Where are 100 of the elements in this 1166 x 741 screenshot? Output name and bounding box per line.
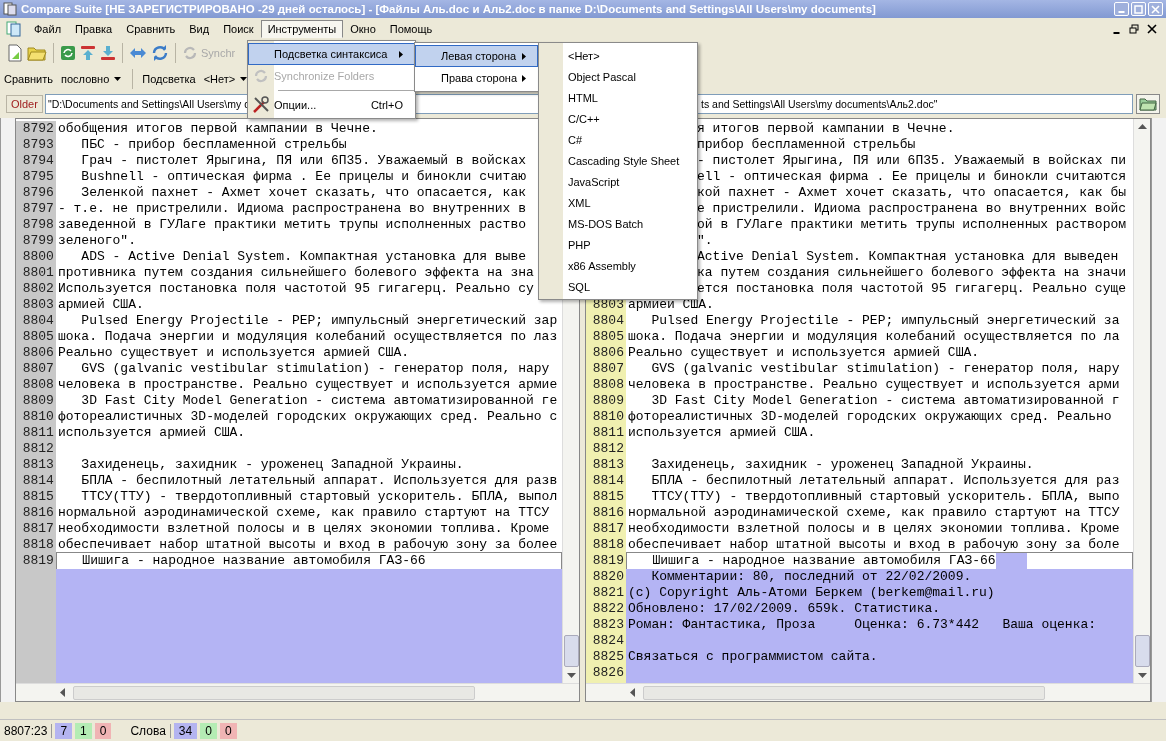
line-number: 8813 (15, 457, 56, 473)
line-number: 8799 (15, 233, 56, 249)
line-text: БПЛА - беспилотный летательный аппарат. Используется для разв (80, 473, 558, 489)
line-text: ". (697, 233, 713, 249)
line-number: 8811 (15, 425, 56, 441)
line-number: 8816 (586, 505, 626, 521)
line-text: прибор беспламенной стрельбы (697, 137, 916, 153)
line-text: Реально существует и используется армией США. (628, 345, 980, 361)
line-number: 8811 (586, 425, 626, 441)
line-number: 8807 (586, 361, 626, 377)
line-text: Грач - пистолет Ярыгина, ПЯ или 6П35. Уважаемый в войсках (80, 153, 526, 169)
line-text: шока. Подача энергии и модуляция колебаний осуществляется по лаз (57, 329, 558, 345)
line-number: 8803 (15, 297, 56, 313)
line-text: ell - оптическая фирма . Ее прицелы и бинокли считаются (697, 169, 1127, 185)
line-text: Bushnell - оптическая фирма . Ее прицелы и бинокли считаю (80, 169, 526, 185)
line-number: 8823 (586, 617, 626, 633)
line-text: человека в пространстве. Реально существует и используется армие (57, 377, 558, 393)
line-text: необходимости взлетной полосы и в целях экономии топлива. Кроме (57, 521, 550, 537)
line-text: - пистолет Ярыгина, ПЯ или 6П35. Уважаемый в войсках пи (697, 153, 1127, 169)
line-count: 7 (55, 722, 73, 739)
words-label: Слова (130, 723, 171, 738)
line-number: 8825 (586, 649, 626, 665)
line-number: 8801 (15, 265, 56, 281)
line-text: человека в пространстве. Реально существует и используется арми (628, 377, 1120, 393)
line-text: Pulsed Energy Projectile - PEP; импульсный энергетический за (650, 313, 1120, 329)
line-text: ADS - Active Denial System. Компактная установка для выве (80, 249, 526, 265)
line-text: фотореалистичных 3D-моделей городских окружающих сред. Реально (628, 409, 1112, 425)
line-text: ка путем создания сильнейшего болевого эффекта на значи (697, 265, 1127, 281)
word-count: 34 (173, 722, 198, 739)
line-text: Роман: Фантастика, Проза Оценка: 6.73*442 Ваша оценка: (628, 617, 1097, 633)
line-number: 8814 (586, 473, 626, 489)
line-text: Шишига - народное название автомобиля ГАЗ-66 (651, 553, 996, 569)
highlight-label: Подсветка (142, 73, 196, 85)
line-number: 8814 (15, 473, 56, 489)
line-number: 8821 (586, 585, 626, 601)
line-number: 8806 (15, 345, 56, 361)
line-number: 8817 (586, 521, 626, 537)
line-text: е пристрелили. Идиома распространена во внутренних войс (697, 201, 1127, 217)
line-text: Связаться с программистом сайта. (628, 649, 878, 665)
line-number: 8816 (15, 505, 56, 521)
line-number: 8819 (15, 553, 56, 569)
line-number: 8804 (15, 313, 56, 329)
line-text: GVS (galvanic vestibular stimulation) - генератор поля, нару (80, 361, 550, 377)
line-text: ется постановка поля частотой 95 гигагерц. Реально суще (697, 281, 1127, 297)
line-number: 8807 (15, 361, 56, 377)
line-text: нормальной аэродинамической схеме, как правило стартуют на ТТСУ (57, 505, 550, 521)
line-text: противника путем создания сильнейшего болевого эффекта на зна (57, 265, 534, 281)
line-number: 8809 (586, 393, 626, 409)
line-text: (c) Copyright Аль-Атоми Беркем (berkem@mail.ru) (628, 585, 995, 601)
line-text: 3D Fast City Model Generation - система автоматизированной ге (80, 393, 558, 409)
line-number: 8818 (15, 537, 56, 553)
line-text: Комментарии: 80, последний от 22/02/2009. (650, 569, 972, 585)
cursor-position: 8807:23 (4, 723, 53, 738)
line-number: 8820 (586, 569, 626, 585)
line-text: Обновлено: 17/02/2009. 659k. Статистика. (628, 601, 941, 617)
line-text: Захиденець, захидник - уроженец Западной Украины. (650, 457, 1034, 473)
line-number: 8808 (15, 377, 56, 393)
line-count: 1 (75, 722, 92, 739)
line-number: 8812 (586, 441, 626, 457)
word-count: 0 (200, 722, 217, 739)
line-number: 8797 (15, 201, 56, 217)
line-number: 8794 (15, 153, 56, 169)
line-text: шока. Подача энергии и модуляция колебаний осуществляется по ла (628, 329, 1120, 345)
line-number: 8806 (586, 345, 626, 361)
line-text: используется армией США. (57, 425, 246, 441)
line-number: 8792 (15, 121, 56, 137)
line-text: ой в ГУЛаге практики метить трупы исполненных раствором (697, 217, 1127, 233)
line-text: Зеленкой пахнет - Ахмет хочет сказать, что опасается, как (80, 185, 526, 201)
line-text: ТТСУ(ТТУ) - твердотопливный стартовый ускоритель. БПЛА, выпо (650, 489, 1120, 505)
line-text: обеспечивает набор штатной высоты и вход в рабочую зону за более (57, 537, 558, 553)
line-text: фотореалистичных 3D-моделей городских окружающих сред. Реально с (57, 409, 558, 425)
line-text: используется армией США. (628, 425, 816, 441)
line-number: 8796 (15, 185, 56, 201)
line-number: 8826 (586, 665, 626, 681)
line-number: 8804 (586, 313, 626, 329)
line-number: 8798 (15, 217, 56, 233)
line-text: необходимости взлетной полосы и в целях экономии топлива. Кроме (628, 521, 1120, 537)
line-number: 8793 (15, 137, 56, 153)
line-number: 8809 (15, 393, 56, 409)
line-text: - т.е. не пристрелили. Идиома распространена во внутренних в (57, 201, 526, 217)
line-text: ТТСУ(ТТУ) - твердотопливный стартовый ускоритель. БПЛА, выпол (80, 489, 558, 505)
line-number: 8800 (15, 249, 56, 265)
line-text: ПБС - прибор беспламенной стрельбы (80, 137, 347, 153)
line-text: заведенной в ГУЛаге практики метить трупы исполненных раство (57, 217, 526, 233)
window-title: Compare Suite [НЕ ЗАРЕГИСТРИРОВАНО -29 дней осталось] - [Файлы Аль.doc и Аль2.doc в папке D:\Documents and Settings\All Users\my documents] (21, 3, 876, 15)
line-number: 8817 (15, 521, 56, 537)
line-text: Реально существует и используется армией США. (57, 345, 409, 361)
line-number: 8805 (586, 329, 626, 345)
line-count: 0 (94, 722, 112, 739)
line-number: 8808 (586, 377, 626, 393)
line-text: Захиденець, захидник - уроженец Западной Украины. (80, 457, 464, 473)
line-text: обеспечивает набор штатной высоты и вход в рабочую зону за боле (628, 537, 1120, 553)
line-text: 3D Fast City Model Generation - система автоматизированной г (650, 393, 1120, 409)
line-number: 8815 (586, 489, 626, 505)
line-text: кой пахнет - Ахмет хочет сказать, что опасается, как бы (697, 185, 1127, 201)
line-number: 8810 (586, 409, 626, 425)
line-number: 8795 (15, 169, 56, 185)
line-number: 8813 (586, 457, 626, 473)
line-number: 8810 (15, 409, 56, 425)
line-text: Pulsed Energy Projectile - PEP; импульсный энергетический зар (80, 313, 558, 329)
